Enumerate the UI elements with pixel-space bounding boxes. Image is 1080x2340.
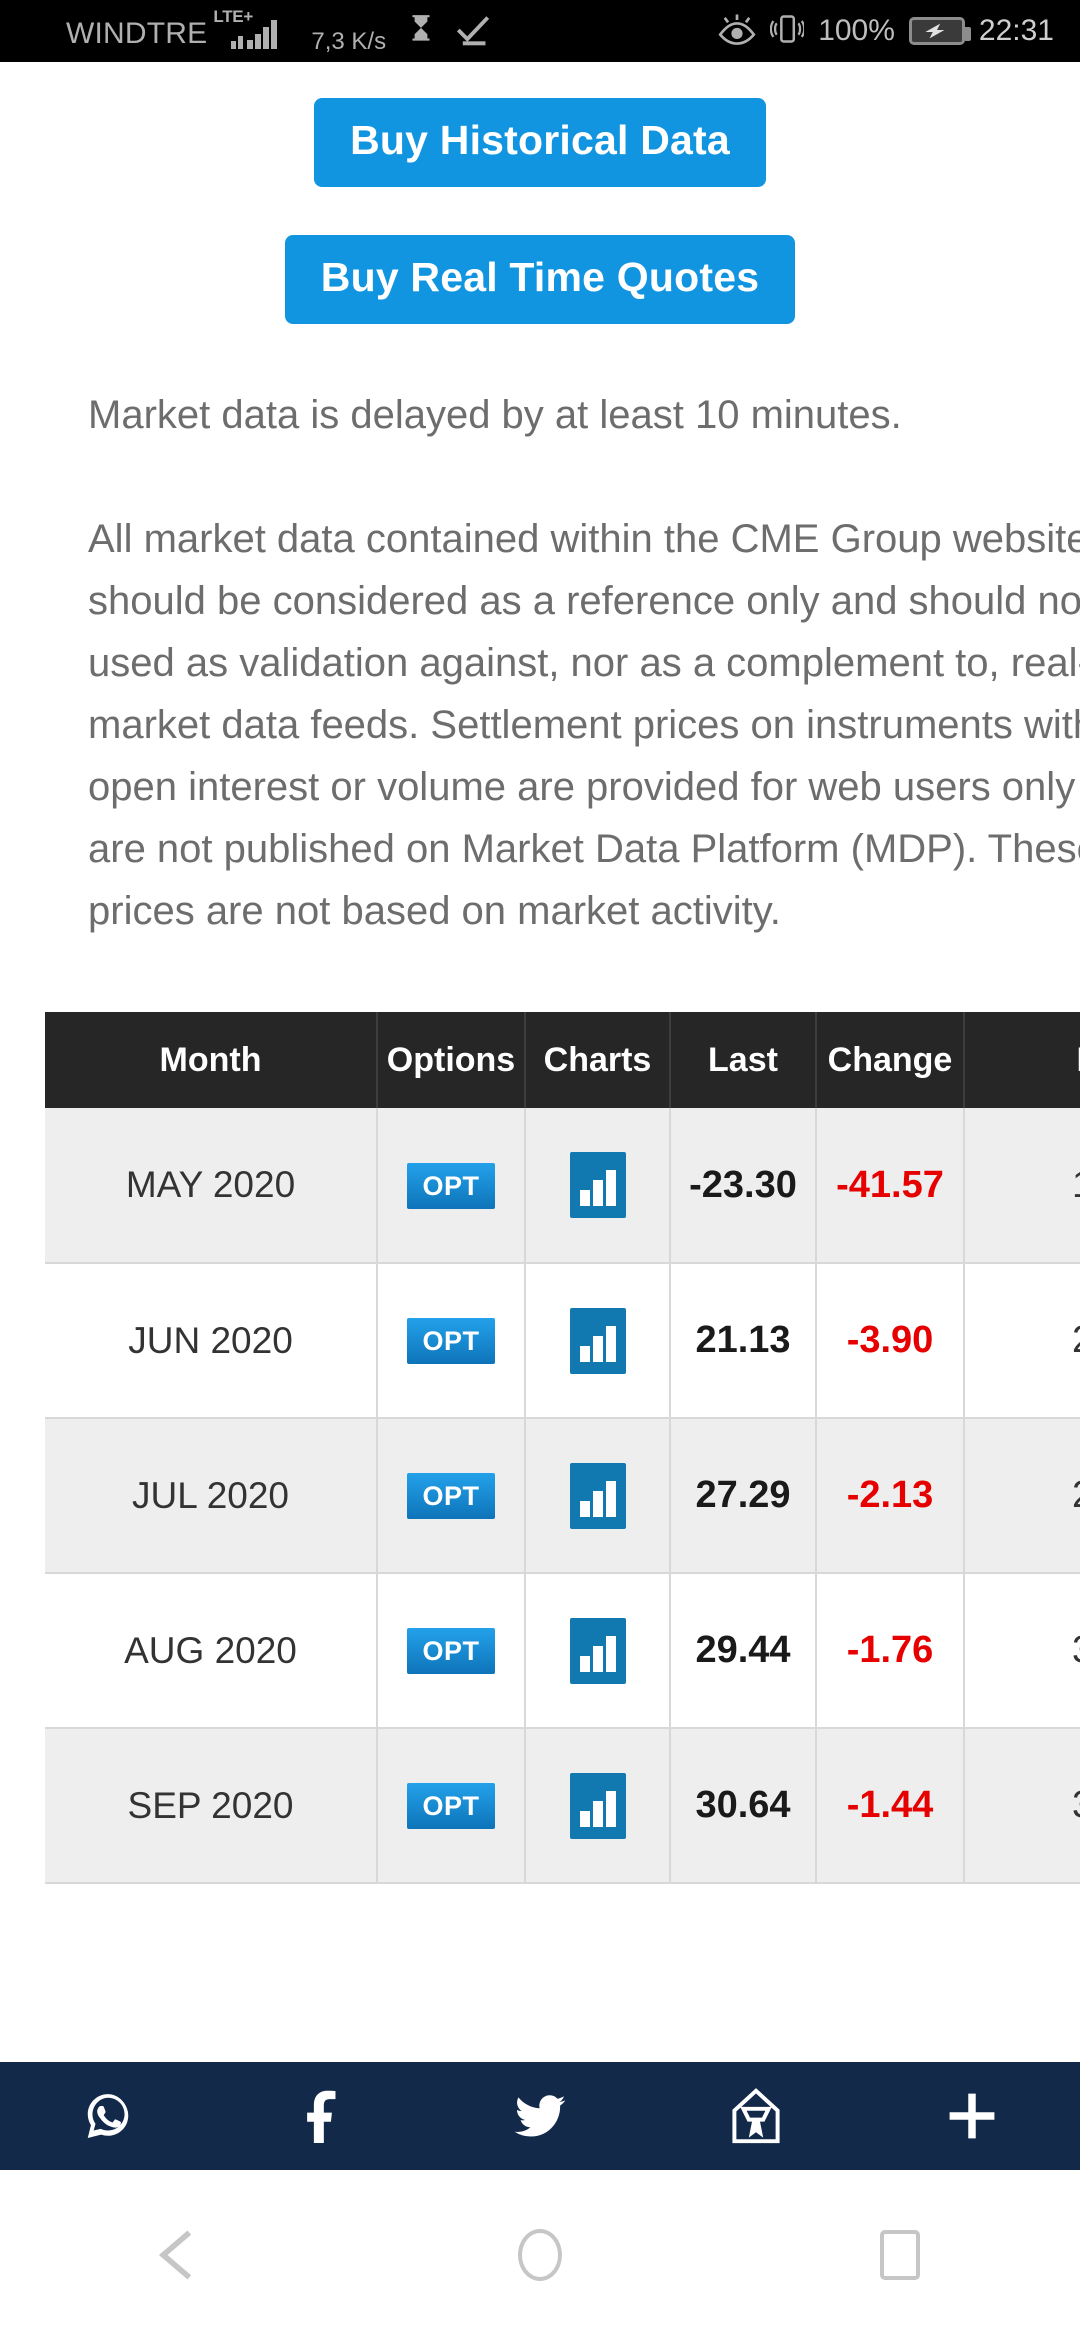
cell-charts (525, 1263, 671, 1419)
delay-notice-text: Market data is delayed by at least 10 mi… (88, 393, 902, 437)
cell-options: OPT (377, 1728, 526, 1884)
cell-change: -1.76 (816, 1573, 965, 1729)
cell-prior: 32.0 (964, 1728, 1080, 1884)
cell-change: -2.13 (816, 1418, 965, 1574)
cell-change: -1.44 (816, 1728, 965, 1884)
share-bar (0, 2062, 1080, 2170)
cell-charts (525, 1108, 671, 1264)
bar-chart-icon[interactable] (569, 1152, 626, 1218)
share-more-button[interactable] (864, 2088, 1080, 2144)
column-header-last[interactable]: Last (670, 1012, 817, 1108)
hourglass-icon (408, 14, 434, 51)
cell-last: 21.13 (670, 1263, 817, 1419)
buy-real-time-quotes-button[interactable]: Buy Real Time Quotes (284, 235, 796, 324)
status-bar-right: 100% 22:31 (718, 12, 1054, 51)
data-rate-label: 7,3 K/s (311, 28, 387, 55)
cell-options: OPT (377, 1418, 526, 1574)
cell-charts (525, 1418, 671, 1574)
cell-options: OPT (377, 1263, 526, 1419)
buy-historical-data-button[interactable]: Buy Historical Data (314, 98, 766, 187)
nav-recents-button[interactable] (720, 2230, 1080, 2280)
cell-options: OPT (377, 1108, 526, 1264)
eye-comfort-icon (718, 13, 756, 50)
cell-prior: 25.0 (964, 1263, 1080, 1419)
share-twitter-button[interactable] (432, 2087, 648, 2145)
table-row: MAY 2020 OPT -23.30-41.5718.2 (45, 1108, 1080, 1264)
table-header: Month Options Charts Last Change Prio (45, 1012, 1080, 1108)
cell-last: 27.29 (670, 1418, 817, 1574)
realtime-button-row: Buy Real Time Quotes (0, 235, 1080, 324)
vibrate-icon (769, 12, 806, 51)
options-badge[interactable]: OPT (407, 1162, 495, 1209)
historical-button-row: Buy Historical Data (0, 98, 1080, 187)
home-icon (518, 2229, 562, 2281)
share-whatsapp-button[interactable] (0, 2089, 216, 2143)
signal-bars-sim2-icon (231, 36, 244, 49)
status-bar-left: WINDTRE LTE+ 7,3 K/s (66, 7, 490, 55)
table-body: MAY 2020 OPT -23.30-41.5718.2 JUN 2020 OPT 21… (45, 1108, 1080, 1884)
cell-prior: 29.4 (964, 1418, 1080, 1574)
android-nav-bar (0, 2170, 1080, 2340)
quotes-table-scroll[interactable]: Month Options Charts Last Change Prio MA… (45, 1012, 1080, 1884)
cell-change: -3.90 (816, 1263, 965, 1419)
column-header-charts[interactable]: Charts (525, 1012, 671, 1108)
table-row: JUL 2020 OPT 27.29-2.1329.4 (45, 1418, 1080, 1574)
table-row: SEP 2020 OPT 30.64-1.4432.0 (45, 1728, 1080, 1884)
recents-icon (880, 2230, 920, 2280)
cell-month: MAY 2020 (45, 1108, 378, 1264)
cell-last: 30.64 (670, 1728, 817, 1884)
status-bar: WINDTRE LTE+ 7,3 K/s 100% 22:31 (0, 0, 1080, 62)
bar-chart-icon[interactable] (569, 1772, 626, 1839)
clock-label: 22:31 (978, 14, 1054, 47)
bar-chart-icon[interactable] (569, 1307, 626, 1374)
nav-back-button[interactable] (0, 2227, 360, 2283)
nav-home-button[interactable] (360, 2229, 720, 2281)
cell-options: OPT (377, 1573, 526, 1729)
bar-chart-icon[interactable] (569, 1617, 626, 1684)
signal-bars-icon (247, 20, 278, 49)
back-icon (158, 2230, 192, 2280)
cell-charts (525, 1728, 671, 1884)
check-icon (456, 14, 490, 51)
cell-month: JUN 2020 (45, 1263, 378, 1419)
table-row: AUG 2020 OPT 29.44-1.7631.2 (45, 1573, 1080, 1729)
carrier-label: WINDTRE (66, 17, 208, 50)
phone-screen: WINDTRE LTE+ 7,3 K/s 100% 22:31 Buy Hist… (0, 0, 1080, 2340)
options-badge[interactable]: OPT (407, 1473, 495, 1519)
column-header-options[interactable]: Options (377, 1012, 526, 1108)
battery-charging-icon (908, 17, 971, 45)
table-row: JUN 2020 OPT 21.13-3.9025.0 (45, 1263, 1080, 1419)
cell-last: -23.30 (670, 1108, 817, 1264)
cell-prior: 18.2 (964, 1108, 1080, 1264)
cell-prior: 31.2 (964, 1573, 1080, 1729)
column-header-prior[interactable]: Prio (964, 1012, 1080, 1108)
options-badge[interactable]: OPT (407, 1628, 495, 1674)
share-email-button[interactable] (648, 2087, 864, 2145)
options-badge[interactable]: OPT (407, 1318, 495, 1364)
share-facebook-button[interactable] (216, 2089, 432, 2143)
table-header-row: Month Options Charts Last Change Prio (45, 1012, 1080, 1108)
cell-charts (525, 1573, 671, 1729)
battery-percent-label: 100% (818, 14, 895, 47)
disclaimer-text: All market data contained within the CME… (88, 517, 1080, 933)
options-badge[interactable]: OPT (407, 1783, 495, 1829)
cell-month: AUG 2020 (45, 1573, 378, 1729)
cell-change: -41.57 (816, 1108, 965, 1264)
cell-month: JUL 2020 (45, 1418, 378, 1574)
signal-indicator: LTE+ (213, 7, 291, 51)
page-content: Buy Historical Data Buy Real Time Quotes… (0, 62, 1080, 2170)
column-header-change[interactable]: Change (816, 1012, 965, 1108)
column-header-month[interactable]: Month (45, 1012, 378, 1108)
cell-last: 29.44 (670, 1573, 817, 1729)
cell-month: SEP 2020 (45, 1728, 378, 1884)
quotes-table: Month Options Charts Last Change Prio MA… (45, 1012, 1080, 1884)
bar-chart-icon[interactable] (569, 1462, 626, 1529)
